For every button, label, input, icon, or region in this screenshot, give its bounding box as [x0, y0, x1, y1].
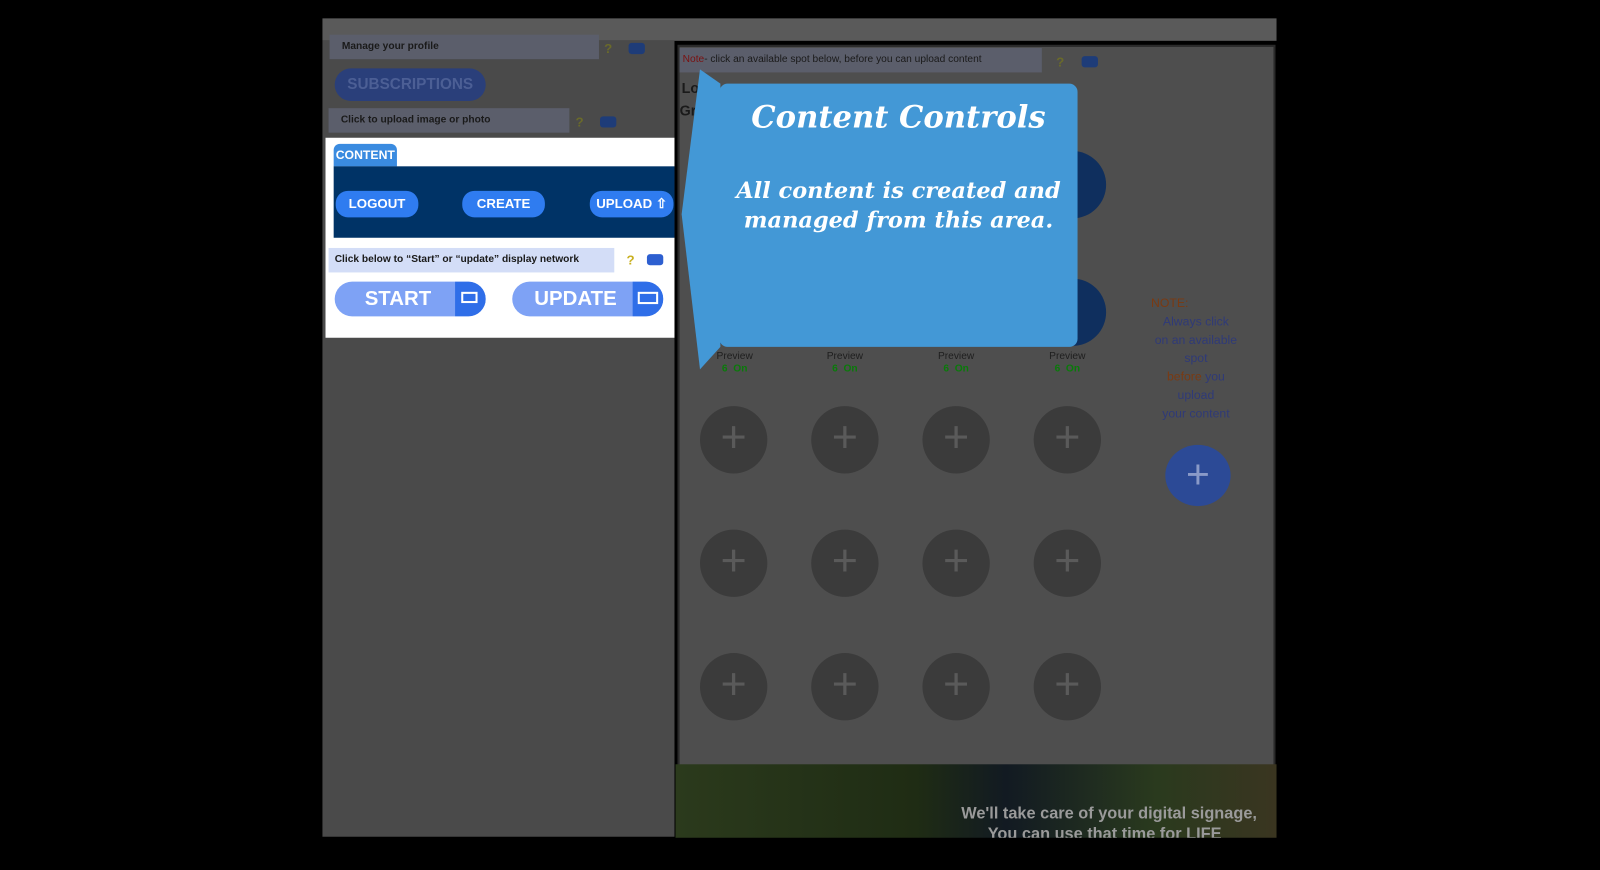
monitor-icon	[455, 281, 486, 317]
help-icon[interactable]: ?	[1056, 54, 1064, 69]
banner-line2: You can use that time for LIFE	[987, 825, 1222, 838]
subscriptions-button[interactable]: SUBSCRIPTIONS	[334, 68, 486, 102]
settings-icon[interactable]	[628, 42, 645, 55]
side-note-line: upload	[1177, 387, 1215, 403]
side-note-line: Always click	[1162, 314, 1229, 329]
side-note-line: on an available	[1154, 332, 1238, 347]
logout-button[interactable]: LOGOUT	[335, 190, 419, 218]
note-bar: Note- click an available spot below, bef…	[679, 47, 1042, 73]
preview-label[interactable]: Preview	[1032, 351, 1103, 362]
cast-icon	[632, 281, 664, 317]
help-icon[interactable]: ?	[576, 114, 584, 129]
side-note-title: NOTE:	[1151, 295, 1189, 311]
note-text: - click an available spot below, before …	[704, 54, 982, 66]
add-slot-button[interactable]: +	[922, 529, 990, 597]
callout-line2: managed from this area.	[743, 207, 1054, 234]
preview-label[interactable]: Preview	[920, 351, 991, 362]
upload-button[interactable]: UPLOAD ⇧	[589, 190, 674, 218]
settings-icon[interactable]	[1081, 56, 1098, 68]
add-slot-button[interactable]: +	[1033, 406, 1102, 474]
add-slot-button[interactable]: +	[699, 653, 768, 721]
side-note-line: your content	[1162, 406, 1230, 421]
profile-bar: Manage your profile	[329, 34, 599, 60]
side-note: NOTE: Always click on an available spot …	[1133, 294, 1260, 423]
help-icon[interactable]: ?	[604, 41, 612, 56]
preview-status: 6 On	[943, 363, 969, 375]
add-slot-button[interactable]: +	[811, 406, 879, 474]
upload-label: UPLOAD	[596, 195, 653, 212]
preview-status: 6 On	[1054, 363, 1081, 375]
update-label: UPDATE	[534, 287, 617, 311]
update-button[interactable]: UPDATE	[512, 281, 664, 317]
callout-pointer	[681, 69, 721, 370]
add-content-button[interactable]: +	[1165, 444, 1231, 507]
side-note-before: before	[1166, 369, 1202, 384]
create-button[interactable]: CREATE	[462, 190, 545, 218]
tab-content[interactable]: CONTENT	[333, 143, 397, 167]
banner-line1: We'll take care of your digital signage,	[961, 805, 1257, 823]
side-note-you: you	[1201, 369, 1225, 384]
preview-label[interactable]: Preview	[809, 351, 880, 362]
callout-line1: All content is created and	[736, 177, 1061, 205]
add-slot-button[interactable]: +	[811, 529, 879, 597]
add-slot-button[interactable]: +	[811, 653, 879, 721]
preview-status: 6 On	[832, 363, 858, 375]
settings-icon[interactable]	[646, 254, 664, 266]
network-bar: Click below to “Start” or “update” displ…	[328, 247, 615, 273]
add-slot-button[interactable]: +	[699, 406, 768, 474]
upload-photo-bar[interactable]: Click to upload image or photo	[328, 108, 570, 133]
add-slot-button[interactable]: +	[1033, 529, 1102, 597]
content-controls-callout: Content Controls All content is created …	[719, 83, 1078, 347]
add-slot-button[interactable]: +	[1033, 653, 1102, 721]
add-slot-button[interactable]: +	[699, 529, 768, 597]
upload-icon: ⇧	[655, 195, 668, 212]
add-slot-button[interactable]: +	[922, 406, 990, 474]
add-slot-button[interactable]: +	[922, 653, 990, 721]
help-icon[interactable]: ?	[627, 252, 635, 267]
settings-icon[interactable]	[599, 116, 617, 128]
start-label: START	[364, 287, 432, 311]
callout-title: Content Controls	[751, 99, 1046, 136]
promo-banner: We'll take care of your digital signage,…	[675, 764, 1277, 838]
side-note-line: spot	[1184, 351, 1208, 366]
start-button[interactable]: START	[334, 281, 486, 317]
